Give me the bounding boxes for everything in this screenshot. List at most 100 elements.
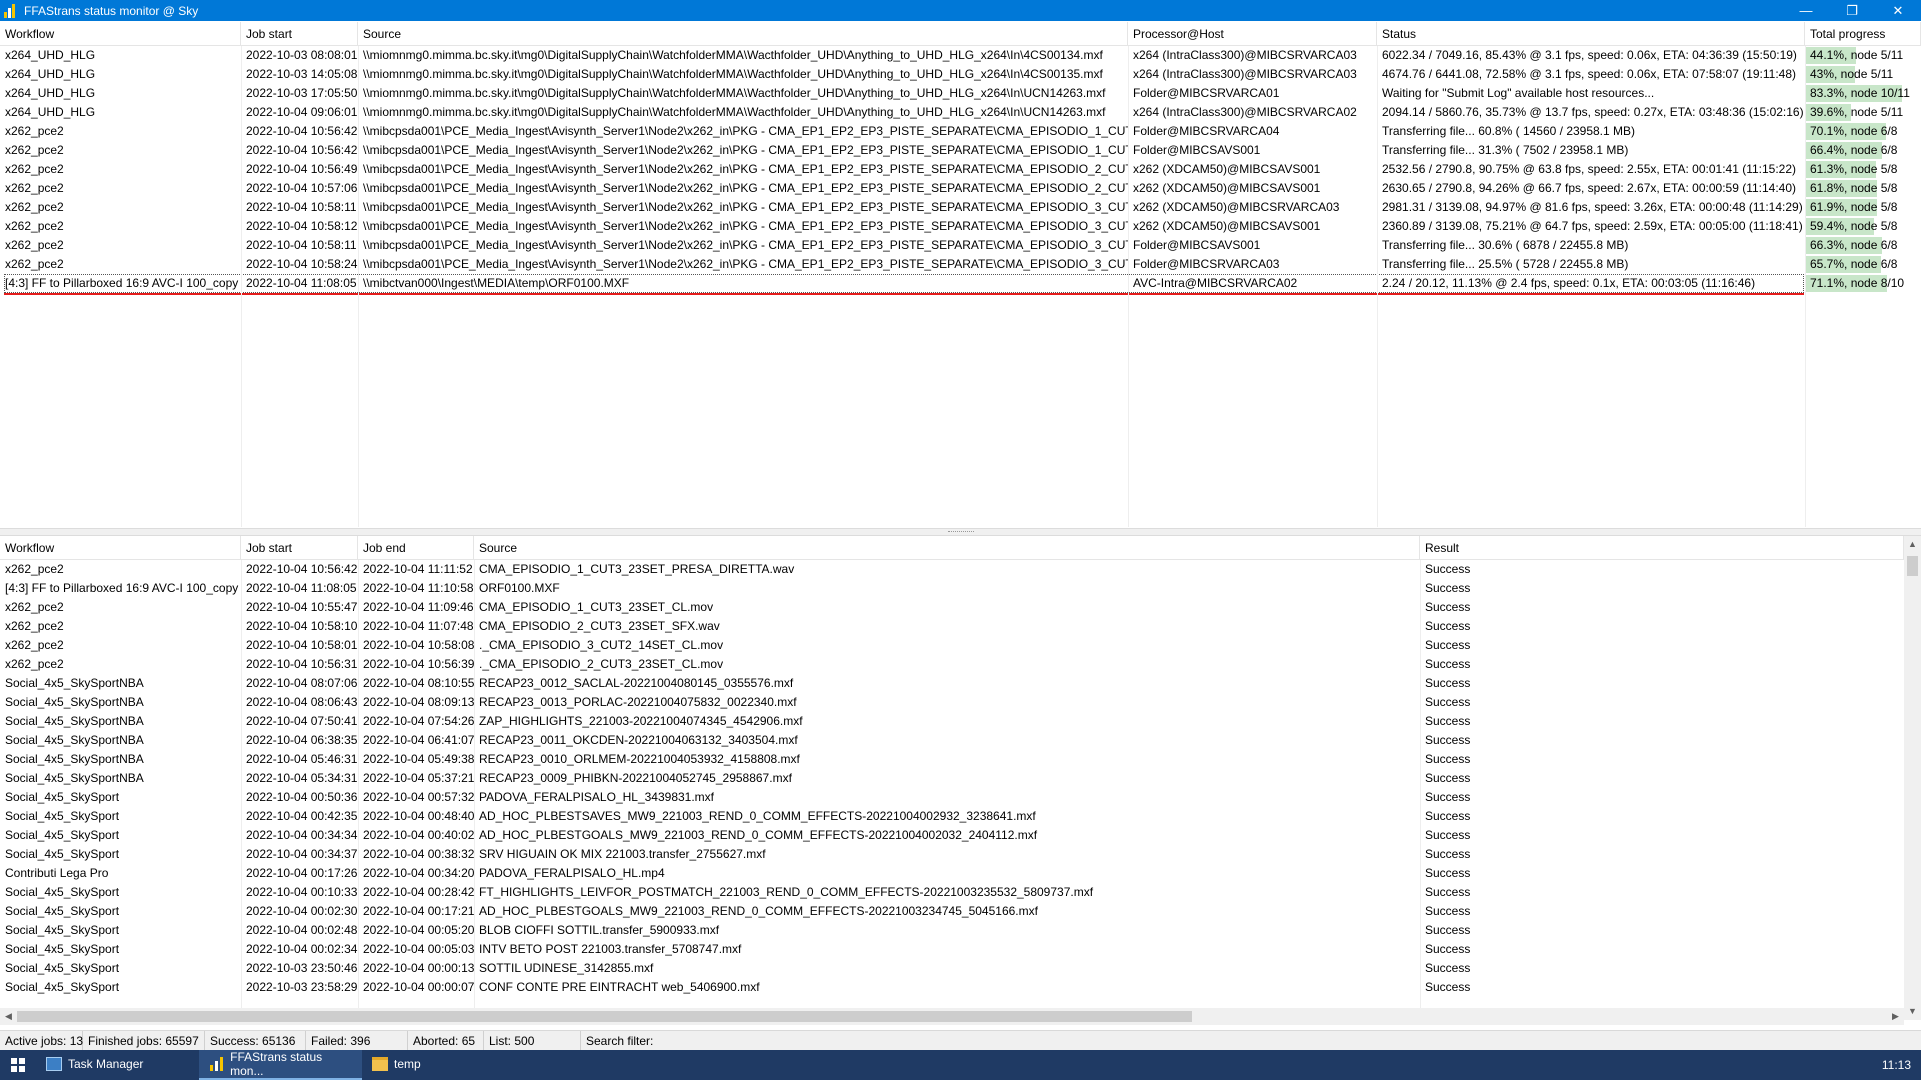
cell-processor: x262 (XDCAM50)@MIBCSRVARCA03 [1133, 200, 1340, 214]
cell-source: \\miomnmg0.mimma.bc.sky.it\mg0\DigitalSu… [363, 48, 1103, 62]
finished-horizontal-scrollbar[interactable]: ◀ ▶ [0, 1008, 1904, 1025]
finished-job-row[interactable]: Social_4x5_SkySport 2022-10-04 00:34:37 20… [0, 845, 1921, 864]
start-button[interactable] [0, 1050, 36, 1080]
column-header-source[interactable]: Source [358, 22, 1128, 46]
active-job-row[interactable]: x264_UHD_HLG 2022-10-03 14:05:08 \\miomnmg… [0, 65, 1921, 84]
cell-start: 2022-10-04 00:02:48 [246, 923, 358, 937]
taskbar-item-temp-folder[interactable]: temp [362, 1050, 512, 1080]
cell-processor: x264 (IntraClass300)@MIBCSRVARCA03 [1133, 67, 1357, 81]
active-job-row[interactable]: x262_pce2 2022-10-04 10:56:42 \\mibcpsda00… [0, 141, 1921, 160]
finished-job-row[interactable]: Social_4x5_SkySport 2022-10-04 00:02:48 20… [0, 921, 1921, 940]
column-header-source[interactable]: Source [474, 536, 1420, 560]
finished-job-row[interactable]: x262_pce2 2022-10-04 10:56:31 2022-10-04 1… [0, 655, 1921, 674]
active-job-row[interactable]: x262_pce2 2022-10-04 10:56:49 \\mibcpsda00… [0, 160, 1921, 179]
cell-workflow: [4:3] FF to Pillarboxed 16:9 AVC-I 100_c… [5, 581, 239, 595]
cell-processor: Folder@MIBCSRVARCA03 [1133, 257, 1280, 271]
finished-job-row[interactable]: Social_4x5_SkySport 2022-10-04 00:10:33 20… [0, 883, 1921, 902]
active-job-row[interactable]: x264_UHD_HLG 2022-10-03 08:08:01 \\miomnmg… [0, 46, 1921, 65]
cell-workflow: Social_4x5_SkySport [5, 904, 120, 918]
active-job-row[interactable]: x262_pce2 2022-10-04 10:58:12 \\mibcpsda00… [0, 217, 1921, 236]
finished-job-row[interactable]: x262_pce2 2022-10-04 10:56:42 2022-10-04 1… [0, 560, 1921, 579]
scroll-right-icon[interactable]: ▶ [1887, 1008, 1904, 1025]
active-jobs-grid[interactable]: Workflow Job start Source Processor@Host Sta… [0, 22, 1921, 527]
finished-job-row[interactable]: Social_4x5_SkySport 2022-10-04 00:02:30 20… [0, 902, 1921, 921]
column-header-workflow[interactable]: Workflow [0, 22, 241, 46]
pane-splitter[interactable] [0, 528, 1921, 536]
cell-start: 2022-10-04 10:58:01 [246, 638, 358, 652]
horizontal-scroll-thumb[interactable] [17, 1011, 1192, 1022]
finished-job-row[interactable]: Social_4x5_SkySportNBA 2022-10-04 07:50:4… [0, 712, 1921, 731]
cell-end: 2022-10-04 11:09:46 [363, 600, 474, 614]
finished-job-row[interactable]: x262_pce2 2022-10-04 10:55:47 2022-10-04 1… [0, 598, 1921, 617]
taskbar-item-ffastrans[interactable]: FFAStrans status mon... [199, 1050, 362, 1080]
cell-start: 2022-10-04 07:50:41 [246, 714, 358, 728]
close-button[interactable]: ✕ [1875, 0, 1921, 21]
finished-job-row[interactable]: Social_4x5_SkySport 2022-10-03 23:50:46 20… [0, 959, 1921, 978]
active-job-row[interactable]: x262_pce2 2022-10-04 10:58:24 \\mibcpsda00… [0, 255, 1921, 274]
search-filter-label[interactable]: Search filter: [581, 1031, 653, 1051]
cell-source: BLOB CIOFFI SOTTIL.transfer_5900933.mxf [479, 923, 720, 937]
splitter-grip[interactable] [948, 531, 974, 533]
cell-start: 2022-10-04 00:50:36 [246, 790, 358, 804]
selected-job-row[interactable]: [4:3] FF to Pillarboxed 16:9 AVC-I 100_c… [0, 274, 1921, 295]
minimize-button[interactable]: — [1783, 0, 1829, 21]
cell-status: Transferring file... 30.6% ( 6878 / 2245… [1382, 238, 1629, 252]
cell-source: \\mibcpsda001\PCE_Media_Ingest\Avisynth_… [363, 143, 1128, 157]
finished-job-row[interactable]: x262_pce2 2022-10-04 10:58:10 2022-10-04 1… [0, 617, 1921, 636]
finished-job-row[interactable]: Social_4x5_SkySportNBA 2022-10-04 05:46:3… [0, 750, 1921, 769]
finished-job-row[interactable]: Social_4x5_SkySport 2022-10-04 00:02:34 20… [0, 940, 1921, 959]
cell-source: SOTTIL UDINESE_3142855.mxf [479, 961, 654, 975]
column-header-end[interactable]: Job end [358, 536, 474, 560]
finished-job-row[interactable]: Social_4x5_SkySport 2022-10-04 00:42:35 20… [0, 807, 1921, 826]
active-job-row[interactable]: x264_UHD_HLG 2022-10-04 09:06:01 \\miomnmg… [0, 103, 1921, 122]
finished-job-row[interactable]: Social_4x5_SkySport 2022-10-04 00:50:36 20… [0, 788, 1921, 807]
cell-end: 2022-10-04 00:57:32 [363, 790, 474, 804]
column-header-processor[interactable]: Processor@Host [1128, 22, 1377, 46]
cell-source: \\miomnmg0.mimma.bc.sky.it\mg0\DigitalSu… [363, 86, 1106, 100]
column-header-workflow[interactable]: Workflow [0, 536, 241, 560]
active-job-row[interactable]: x262_pce2 2022-10-04 10:58:11 \\mibcpsda00… [0, 198, 1921, 217]
cell-start: 2022-10-04 05:34:31 [246, 771, 358, 785]
cell-source: \\miomnmg0.mimma.bc.sky.it\mg0\DigitalSu… [363, 105, 1106, 119]
column-header-start[interactable]: Job start [241, 536, 358, 560]
finished-job-row[interactable]: [4:3] FF to Pillarboxed 16:9 AVC-I 100_c… [0, 579, 1921, 598]
finished-vertical-scrollbar[interactable]: ▲ ▼ [1904, 536, 1921, 1020]
vertical-scroll-thumb[interactable] [1907, 556, 1918, 576]
cell-start: 2022-10-04 10:58:12 [246, 219, 358, 233]
progress-text: 83.3%, node 10/11 [1810, 86, 1910, 100]
cell-result: Success [1425, 828, 1471, 842]
cell-workflow: Social_4x5_SkySportNBA [5, 733, 144, 747]
finished-job-row[interactable]: Contributi Lega Pro 2022-10-04 00:17:26 20… [0, 864, 1921, 883]
column-header-result[interactable]: Result [1420, 536, 1904, 560]
finished-job-row[interactable]: Social_4x5_SkySportNBA 2022-10-04 08:07:0… [0, 674, 1921, 693]
column-header-status[interactable]: Status [1377, 22, 1805, 46]
finished-job-row[interactable]: Social_4x5_SkySport 2022-10-04 00:34:34 20… [0, 826, 1921, 845]
cell-source: AD_HOC_PLBESTSAVES_MW9_221003_REND_0_COM… [479, 809, 1036, 823]
finished-job-row[interactable]: Social_4x5_SkySportNBA 2022-10-04 08:06:4… [0, 693, 1921, 712]
progress-text: 61.9%, node 5/8 [1810, 200, 1898, 214]
scroll-left-icon[interactable]: ◀ [0, 1008, 17, 1025]
cell-start: 2022-10-04 11:08:05 [246, 276, 357, 290]
scroll-down-icon[interactable]: ▼ [1904, 1003, 1921, 1020]
finished-jobs-grid[interactable]: Workflow Job start Job end Source Result x26… [0, 536, 1921, 1020]
finished-job-row[interactable]: Social_4x5_SkySportNBA 2022-10-04 05:34:3… [0, 769, 1921, 788]
restore-button[interactable]: ❐ [1829, 0, 1875, 21]
progress-text: 44.1%, node 5/11 [1810, 48, 1904, 62]
active-job-row[interactable]: x262_pce2 2022-10-04 10:58:11 \\mibcpsda00… [0, 236, 1921, 255]
cell-end: 2022-10-04 10:58:08 [363, 638, 474, 652]
cell-start: 2022-10-04 10:56:49 [246, 162, 358, 176]
active-job-row[interactable]: x264_UHD_HLG 2022-10-03 17:05:50 \\miomnmg… [0, 84, 1921, 103]
scroll-up-icon[interactable]: ▲ [1904, 536, 1921, 553]
cell-progress: 39.6%, node 5/11 [1805, 103, 1921, 122]
taskbar-item-task-manager[interactable]: Task Manager [36, 1050, 199, 1080]
active-job-row[interactable]: x262_pce2 2022-10-04 10:57:06 \\mibcpsda00… [0, 179, 1921, 198]
finished-job-row[interactable]: Social_4x5_SkySportNBA 2022-10-04 06:38:3… [0, 731, 1921, 750]
column-header-start[interactable]: Job start [241, 22, 358, 46]
finished-job-row[interactable]: Social_4x5_SkySport 2022-10-03 23:58:29 20… [0, 978, 1921, 997]
cell-workflow: x262_pce2 [5, 200, 64, 214]
active-job-row[interactable]: x262_pce2 2022-10-04 10:56:42 \\mibcpsda00… [0, 122, 1921, 141]
column-header-progress[interactable]: Total progress [1805, 22, 1921, 46]
cell-status: Transferring file... 60.8% ( 14560 / 239… [1382, 124, 1636, 138]
cell-status: 2094.14 / 5860.76, 35.73% @ 13.7 fps, sp… [1382, 105, 1804, 119]
finished-job-row[interactable]: x262_pce2 2022-10-04 10:58:01 2022-10-04 1… [0, 636, 1921, 655]
